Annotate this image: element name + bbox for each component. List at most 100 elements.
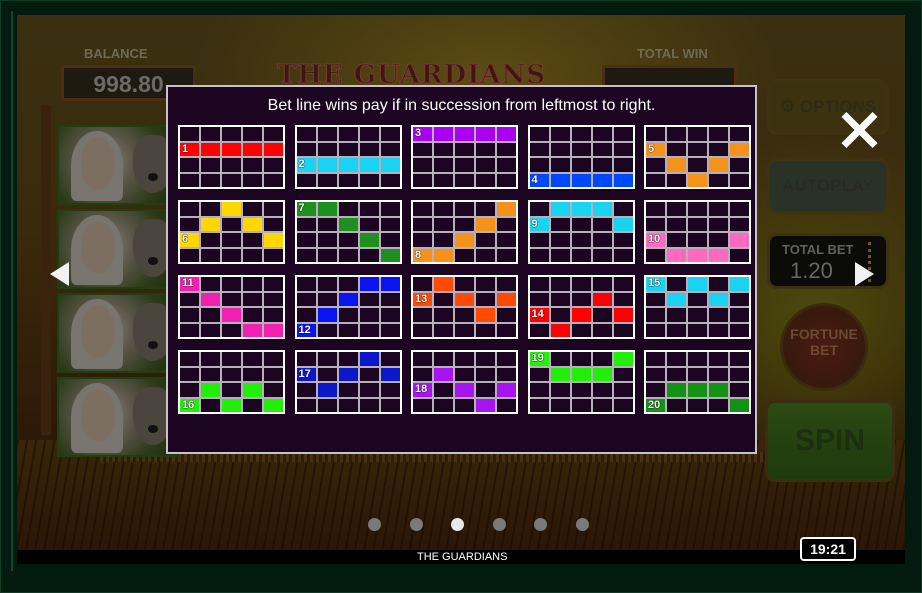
payline-cell bbox=[613, 158, 633, 172]
payline-cell bbox=[180, 158, 199, 172]
payline-cell bbox=[296, 398, 316, 412]
payline-cell bbox=[688, 233, 707, 247]
page-dot-2[interactable] bbox=[409, 518, 423, 531]
payline-cell bbox=[380, 383, 400, 397]
payline-cell bbox=[243, 398, 262, 412]
payline-cell-active bbox=[571, 173, 591, 187]
payline-cell bbox=[434, 173, 453, 187]
payline-cell bbox=[380, 352, 400, 366]
payline-number: 18 bbox=[415, 383, 428, 395]
payline-15: 15 bbox=[644, 275, 751, 339]
page-dot-3[interactable] bbox=[451, 518, 464, 531]
payline-cell bbox=[476, 202, 495, 216]
payline-cell-active bbox=[434, 367, 453, 381]
total-bet-label: TOTAL BET bbox=[782, 242, 854, 257]
payline-cell bbox=[434, 308, 453, 322]
autoplay-button[interactable]: AUTOPLAY bbox=[767, 158, 889, 214]
payline-cell bbox=[338, 233, 358, 247]
payline-cell-active bbox=[688, 383, 707, 397]
payline-number: 4 bbox=[531, 173, 538, 186]
payline-cell bbox=[317, 367, 337, 381]
payline-cell bbox=[688, 292, 707, 306]
payline-cell bbox=[592, 323, 612, 337]
payline-cells: 16 bbox=[180, 352, 283, 412]
payline-cell bbox=[222, 323, 241, 337]
arrow-right-icon[interactable] bbox=[855, 262, 874, 286]
arrow-left-icon[interactable] bbox=[50, 262, 69, 286]
payline-cell bbox=[709, 233, 728, 247]
payline-cell-active bbox=[243, 142, 262, 156]
payline-7: 7 bbox=[294, 200, 402, 264]
payline-cell bbox=[317, 217, 337, 231]
payline-cell bbox=[180, 367, 199, 381]
payline-cell bbox=[243, 367, 262, 381]
payline-cell bbox=[243, 233, 262, 247]
payline-1: 1 bbox=[178, 125, 285, 189]
payline-cell bbox=[550, 308, 570, 322]
payline-cell bbox=[550, 217, 570, 231]
payline-cell-active bbox=[550, 202, 570, 216]
payline-cell-active: 18 bbox=[413, 383, 432, 397]
page-dot-4[interactable] bbox=[492, 518, 506, 531]
close-icon[interactable] bbox=[839, 110, 879, 150]
payline-cell bbox=[529, 233, 549, 247]
payline-cell bbox=[201, 323, 220, 337]
payline-cells: 13 bbox=[413, 277, 516, 337]
payline-cells: 14 bbox=[529, 277, 633, 337]
payline-cell bbox=[476, 383, 495, 397]
payline-10: 10 bbox=[644, 200, 751, 264]
payline-cell bbox=[571, 248, 591, 262]
payline-cell-active bbox=[317, 383, 337, 397]
paylines-modal: Bet line wins pay if in succession from … bbox=[166, 85, 757, 454]
payline-cell bbox=[413, 158, 432, 172]
payline-cell bbox=[296, 217, 316, 231]
payline-cell bbox=[222, 158, 241, 172]
payline-cells: 7 bbox=[296, 202, 400, 262]
page-dot-1[interactable] bbox=[368, 518, 381, 531]
payline-cell bbox=[688, 142, 707, 156]
payline-cell bbox=[317, 352, 337, 366]
payline-cell-active bbox=[476, 217, 495, 231]
payline-cell bbox=[667, 308, 686, 322]
payline-cell-active bbox=[243, 217, 262, 231]
payline-number: 10 bbox=[648, 233, 661, 245]
payline-cell-active: 12 bbox=[296, 323, 316, 337]
payline-cell bbox=[359, 383, 379, 397]
payline-cell bbox=[338, 308, 358, 322]
spin-button[interactable]: SPIN bbox=[765, 400, 895, 482]
payline-cell bbox=[730, 248, 749, 262]
payline-cell-active bbox=[688, 173, 707, 187]
payline-cell bbox=[380, 202, 400, 216]
payline-cell bbox=[264, 202, 283, 216]
payline-cell bbox=[243, 173, 262, 187]
payline-cells: 1 bbox=[180, 127, 283, 187]
payline-cell bbox=[455, 277, 474, 291]
payline-cell bbox=[296, 352, 316, 366]
page-dot-6[interactable] bbox=[575, 518, 589, 531]
payline-cell bbox=[434, 158, 453, 172]
payline-cell bbox=[646, 202, 665, 216]
payline-cell bbox=[180, 383, 199, 397]
game-name-label: THE GUARDIANS bbox=[417, 551, 508, 563]
fortune-bet-button[interactable]: FORTUNE BET bbox=[780, 303, 868, 391]
payline-number: 12 bbox=[298, 323, 311, 336]
payline-cell bbox=[709, 277, 728, 291]
payline-cell bbox=[338, 202, 358, 216]
payline-cell-active bbox=[455, 383, 474, 397]
payline-cell bbox=[688, 352, 707, 366]
payline-cell bbox=[338, 277, 358, 291]
payline-cell bbox=[688, 323, 707, 337]
payline-cell bbox=[592, 383, 612, 397]
payline-cell-active: 9 bbox=[529, 217, 549, 231]
payline-cell bbox=[264, 217, 283, 231]
page-dot-5[interactable] bbox=[534, 518, 547, 531]
payline-cell bbox=[646, 248, 665, 262]
payline-cell bbox=[380, 217, 400, 231]
clock-display: 19:21 bbox=[800, 537, 856, 561]
payline-cell bbox=[180, 127, 199, 141]
payline-cell bbox=[529, 383, 549, 397]
payline-cells: 11 bbox=[180, 277, 283, 337]
payline-cell-active: 17 bbox=[296, 367, 316, 381]
payline-cell bbox=[317, 277, 337, 291]
total-win-label: TOTAL WIN bbox=[637, 46, 708, 61]
